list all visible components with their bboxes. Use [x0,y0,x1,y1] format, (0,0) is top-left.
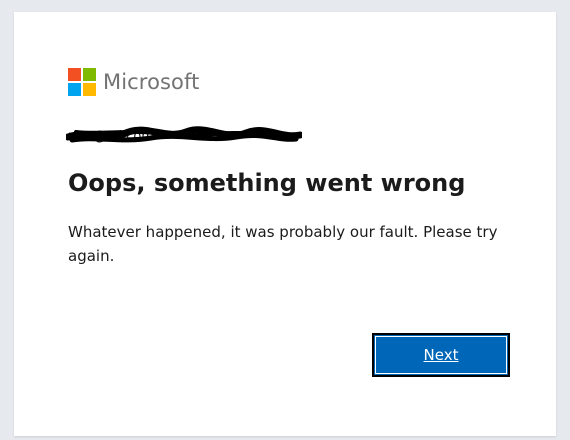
sign-in-card: Microsoft m...@...l.com Oops, something … [14,12,556,436]
account-email: m...@...l.com [68,129,154,144]
next-button[interactable]: Next [372,333,510,377]
error-title: Oops, something went wrong [68,169,466,197]
microsoft-logo: Microsoft [68,67,199,97]
microsoft-squares-icon [68,68,96,96]
error-message: Whatever happened, it was probably our f… [68,223,498,265]
brand-name: Microsoft [103,69,200,94]
